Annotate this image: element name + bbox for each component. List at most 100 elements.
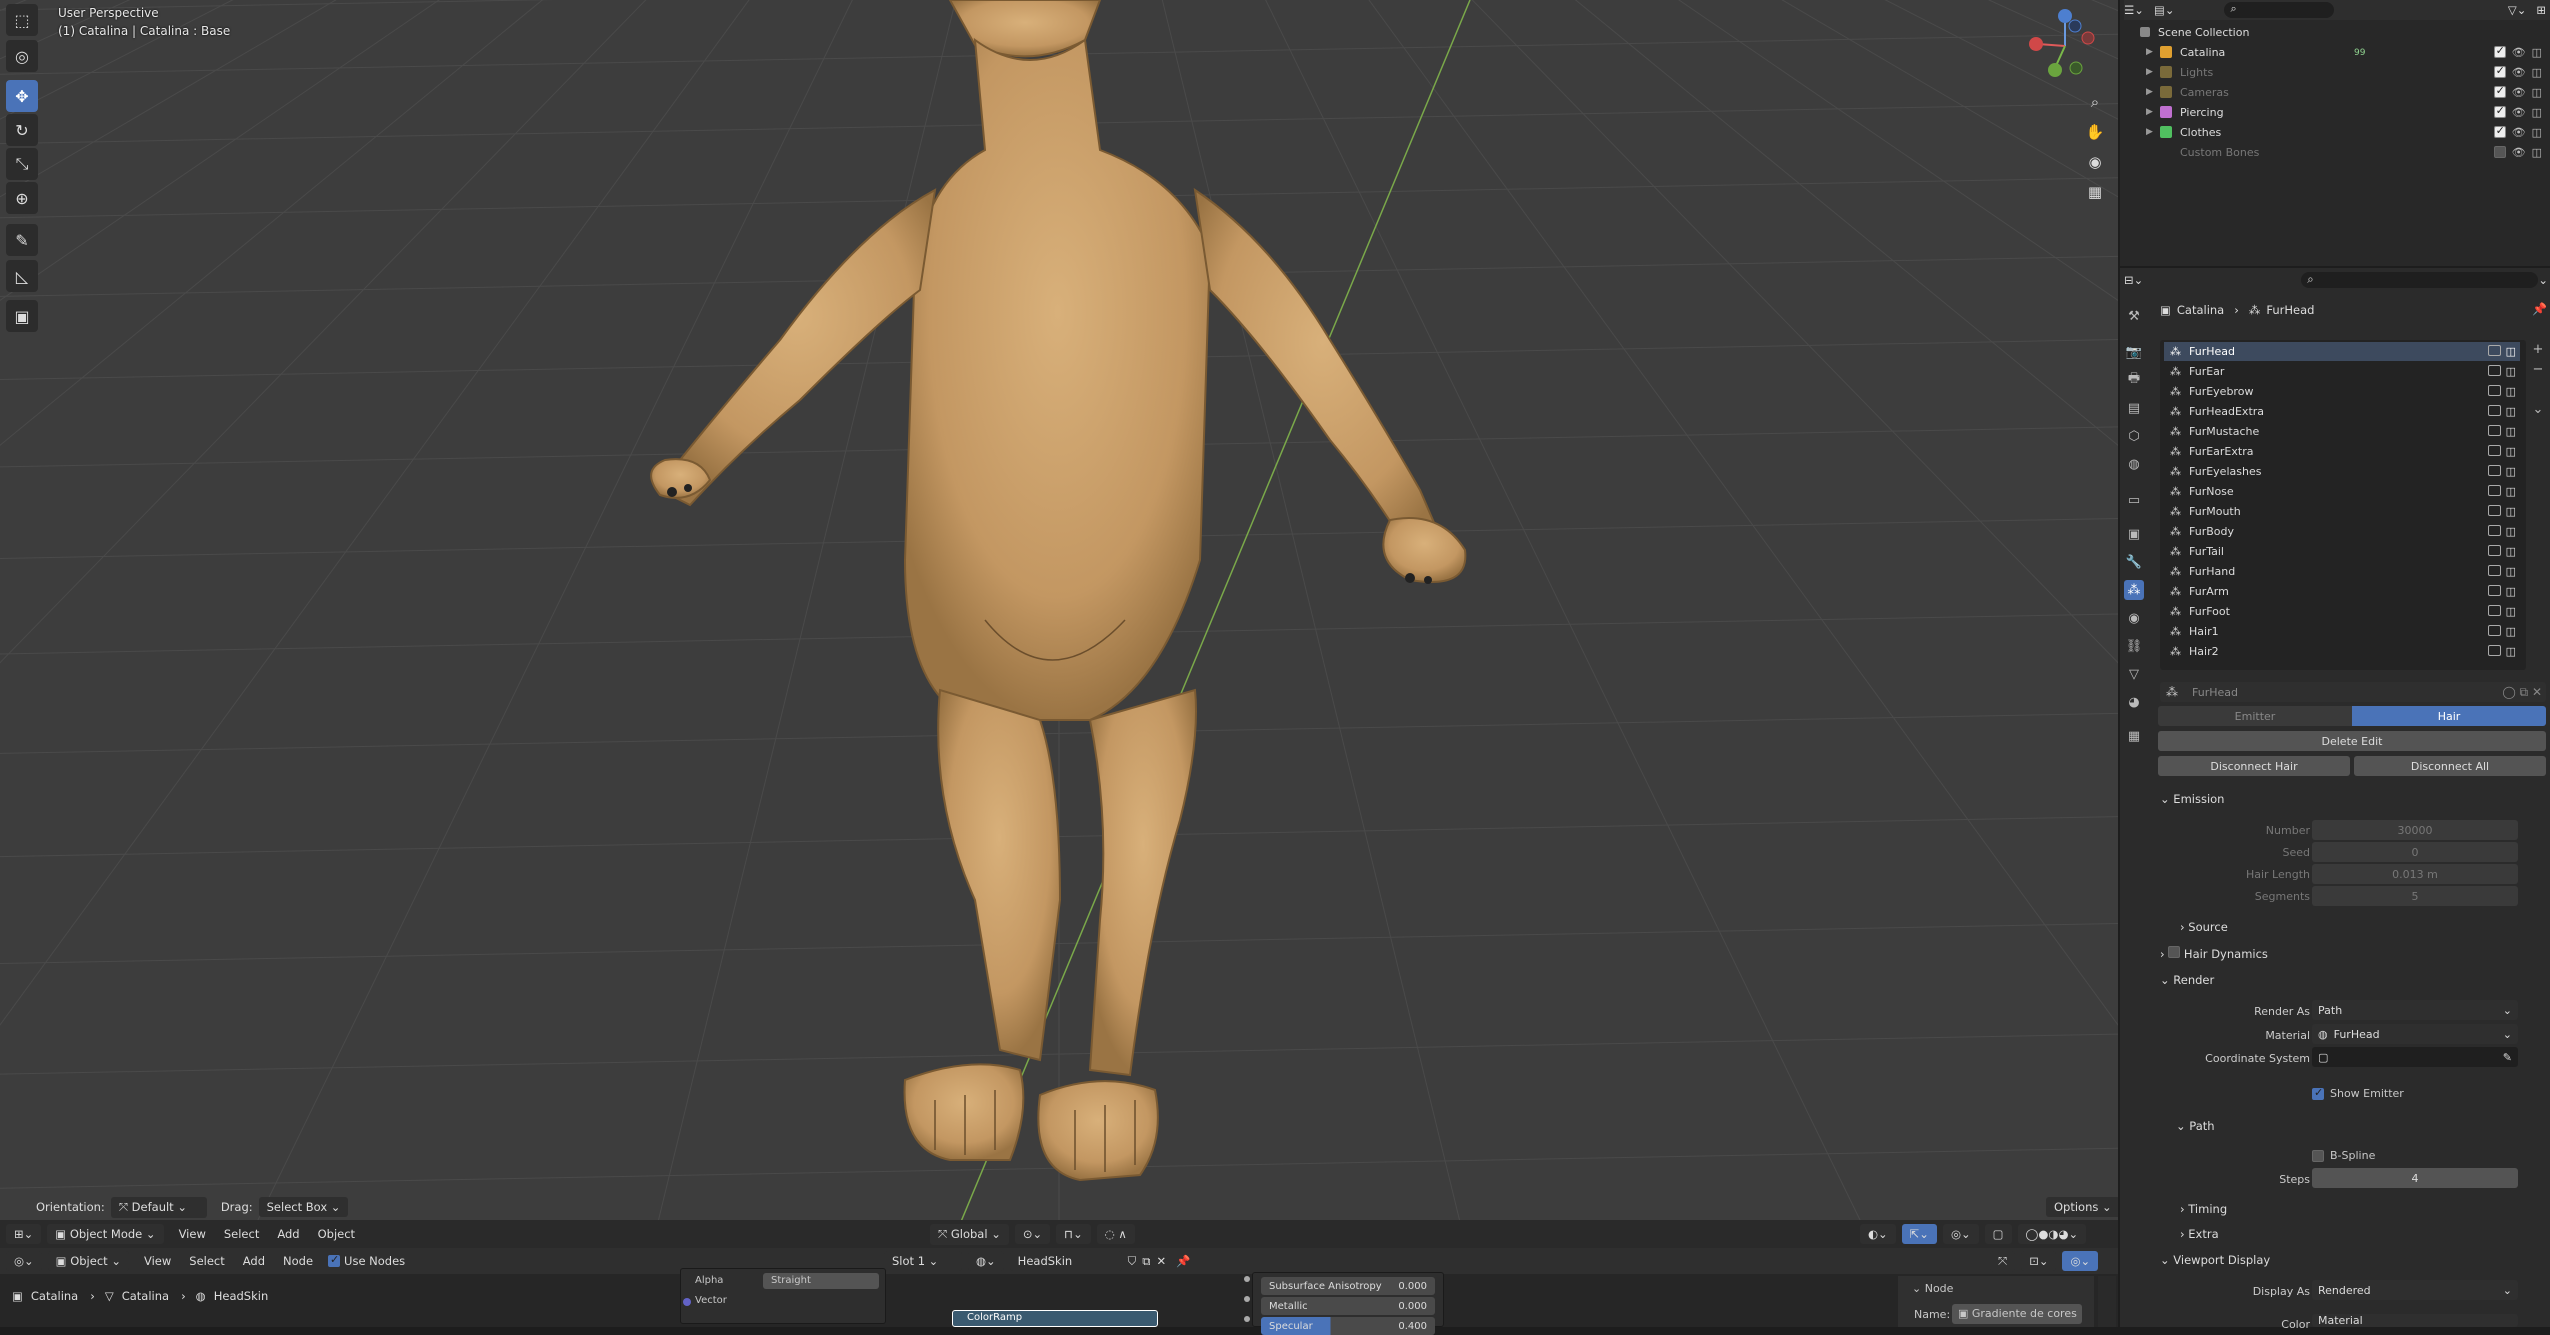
particle-system-item[interactable]: ⁂ FurEar ◫: [2164, 362, 2520, 381]
render-tab-icon[interactable]: 📷: [2124, 342, 2144, 362]
particle-system-item[interactable]: ⁂ FurEarExtra ◫: [2164, 442, 2520, 461]
viewport-toggle-icon[interactable]: [2487, 365, 2501, 376]
exclude-checkbox[interactable]: [2493, 44, 2506, 58]
render-toggle-icon[interactable]: ◫: [2506, 385, 2516, 398]
node-overlay-icon[interactable]: ◎⌄: [2062, 1251, 2099, 1271]
node-menu-view[interactable]: View: [144, 1254, 171, 1268]
proportional-edit-icon[interactable]: ◌ ∧: [1096, 1224, 1135, 1244]
coordinate-system-field[interactable]: ▢ ✎: [2312, 1047, 2518, 1067]
physics-tab-icon[interactable]: ◉: [2124, 608, 2144, 628]
viewport-toggle-icon[interactable]: [2487, 565, 2501, 576]
display-mode-icon[interactable]: ▤⌄: [2154, 3, 2175, 17]
particle-system-item[interactable]: ⁂ FurHeadExtra ◫: [2164, 402, 2520, 421]
data-tab-icon[interactable]: ▽: [2124, 664, 2144, 684]
color-dropdown[interactable]: Material: [2312, 1314, 2518, 1327]
material-dropdown[interactable]: ◍ FurHead ⌄: [2312, 1024, 2518, 1044]
particle-system-item[interactable]: ⁂ FurNose ◫: [2164, 482, 2520, 501]
exclude-checkbox[interactable]: [2493, 104, 2506, 118]
viewport-toggle-icon[interactable]: [2487, 645, 2501, 656]
texture-tab-icon[interactable]: ▦: [2124, 726, 2144, 746]
orientation-dropdown[interactable]: ⤧ Default ⌄: [110, 1196, 207, 1218]
select-box-tool-icon[interactable]: ⬚: [6, 4, 38, 36]
render-toggle-icon[interactable]: ◫: [2506, 465, 2516, 478]
node-backdrop-icon[interactable]: ⊡⌄: [2021, 1251, 2057, 1271]
viewport-toggle-icon[interactable]: [2487, 545, 2501, 556]
display-as-dropdown[interactable]: Rendered ⌄: [2312, 1280, 2518, 1300]
3d-viewport[interactable]: User Perspective (1) Catalina | Catalina…: [0, 0, 2118, 1248]
particle-system-item[interactable]: ⁂ FurTail ◫: [2164, 542, 2520, 561]
collection-tab-icon[interactable]: ▭: [2124, 490, 2144, 510]
render-toggle-icon[interactable]: ◫: [2506, 565, 2516, 578]
options-dropdown[interactable]: Options ⌄: [2046, 1194, 2118, 1220]
fake-user-icon[interactable]: ⛉: [1128, 1254, 1137, 1269]
particle-settings-selector[interactable]: ⁂ FurHead ◯ ⧉ ✕: [2160, 682, 2546, 702]
use-nodes-checkbox[interactable]: Use Nodes: [328, 1253, 405, 1268]
viewport-toggle-icon[interactable]: [2487, 625, 2501, 636]
particle-system-item[interactable]: ⁂ FurMouth ◫: [2164, 502, 2520, 521]
steps-field[interactable]: 4: [2312, 1168, 2518, 1188]
object-type-dropdown[interactable]: ▣ Object ⌄: [47, 1251, 129, 1271]
zoom-icon[interactable]: ⌕: [2083, 90, 2107, 114]
eye-icon[interactable]: 👁: [2512, 146, 2526, 159]
specular-field[interactable]: Specular 0.400: [1261, 1317, 1435, 1335]
render-toggle-icon[interactable]: ◫: [2506, 345, 2516, 358]
node-editor-type-icon[interactable]: ◎⌄: [6, 1251, 42, 1271]
eye-icon[interactable]: 👁: [2512, 106, 2526, 119]
render-toggle-icon[interactable]: ◫: [2506, 585, 2516, 598]
particle-system-item[interactable]: ⁂ FurBody ◫: [2164, 522, 2520, 541]
render-toggle-icon[interactable]: ◫: [2506, 645, 2516, 658]
menu-select[interactable]: Select: [224, 1227, 259, 1241]
scene-collection-row[interactable]: Scene Collection: [2140, 22, 2540, 42]
particle-system-item[interactable]: ⁂ FurHand ◫: [2164, 562, 2520, 581]
navigation-gizmo[interactable]: [2020, 6, 2110, 86]
hair-dynamics-panel-header[interactable]: › Hair Dynamics: [2160, 946, 2268, 961]
camera-render-icon[interactable]: ◫: [2532, 46, 2542, 59]
path-subpanel-header[interactable]: ⌄ Path: [2176, 1119, 2215, 1133]
tool-tab-icon[interactable]: ⚒: [2124, 306, 2144, 326]
duplicate-material-icon[interactable]: ⧉: [1142, 1254, 1150, 1269]
render-toggle-icon[interactable]: ◫: [2506, 405, 2516, 418]
node-section-header[interactable]: ⌄ Node: [1912, 1282, 1953, 1295]
hair-dynamics-checkbox[interactable]: [2168, 946, 2181, 958]
viewport-toggle-icon[interactable]: [2487, 525, 2501, 536]
particle-system-item[interactable]: ⁂ FurArm ◫: [2164, 582, 2520, 601]
object-tab-icon[interactable]: ▣: [2124, 524, 2144, 544]
pan-hand-icon[interactable]: ✋: [2083, 120, 2107, 144]
hair-tab[interactable]: Hair: [2352, 706, 2546, 726]
properties-search-input[interactable]: ⌕: [2301, 272, 2539, 288]
move-tool-icon[interactable]: ✥: [6, 80, 38, 112]
source-subpanel-header[interactable]: › Source: [2180, 920, 2228, 934]
socket-dot[interactable]: [1244, 1296, 1250, 1302]
outliner-search-input[interactable]: ⌕: [2224, 2, 2335, 18]
viewport-toggle-icon[interactable]: [2487, 425, 2501, 436]
disconnect-all-button[interactable]: Disconnect All: [2354, 756, 2546, 776]
particle-system-item[interactable]: ⁂ Hair1 ◫: [2164, 622, 2520, 641]
blend-mode-dropdown[interactable]: Straight: [763, 1273, 879, 1289]
world-tab-icon[interactable]: ◍: [2124, 454, 2144, 474]
render-toggle-icon[interactable]: ◫: [2506, 485, 2516, 498]
socket-dot[interactable]: [1244, 1316, 1250, 1322]
transform-tool-icon[interactable]: ⊕: [6, 182, 38, 214]
cursor-tool-icon[interactable]: ◎: [6, 40, 38, 72]
mix-node[interactable]: Alpha Straight Vector: [680, 1268, 886, 1324]
colorramp-node[interactable]: ColorRamp: [952, 1310, 1158, 1327]
drag-dropdown[interactable]: Select Box ⌄: [258, 1197, 349, 1217]
render-panel-header[interactable]: ⌄ Render: [2160, 973, 2214, 987]
list-add-remove[interactable]: + − ⌄: [2530, 340, 2546, 420]
render-toggle-icon[interactable]: ◫: [2506, 505, 2516, 518]
expand-arrow-icon[interactable]: ▶: [2146, 87, 2160, 97]
node-menu-node[interactable]: Node: [283, 1254, 313, 1268]
outliner-collection-row[interactable]: ▶Piercing👁◫: [2146, 102, 2542, 122]
constraints-tab-icon[interactable]: ⛓: [2124, 636, 2144, 656]
particle-system-item[interactable]: ⁂ FurFoot ◫: [2164, 602, 2520, 621]
timing-subpanel-header[interactable]: › Timing: [2180, 1202, 2227, 1216]
eye-icon[interactable]: 👁: [2512, 46, 2526, 59]
disconnect-hair-button[interactable]: Disconnect Hair: [2158, 756, 2350, 776]
view-layer-tab-icon[interactable]: ▤: [2124, 398, 2144, 418]
ortho-grid-icon[interactable]: ▦: [2083, 180, 2107, 204]
filter-icon[interactable]: ▽⌄: [2508, 3, 2526, 17]
eye-icon[interactable]: 👁: [2512, 66, 2526, 79]
expand-arrow-icon[interactable]: ▶: [2146, 47, 2160, 57]
outliner-collection-row[interactable]: Custom Bones 👁 ◫: [2146, 142, 2542, 162]
render-toggle-icon[interactable]: ◫: [2506, 525, 2516, 538]
